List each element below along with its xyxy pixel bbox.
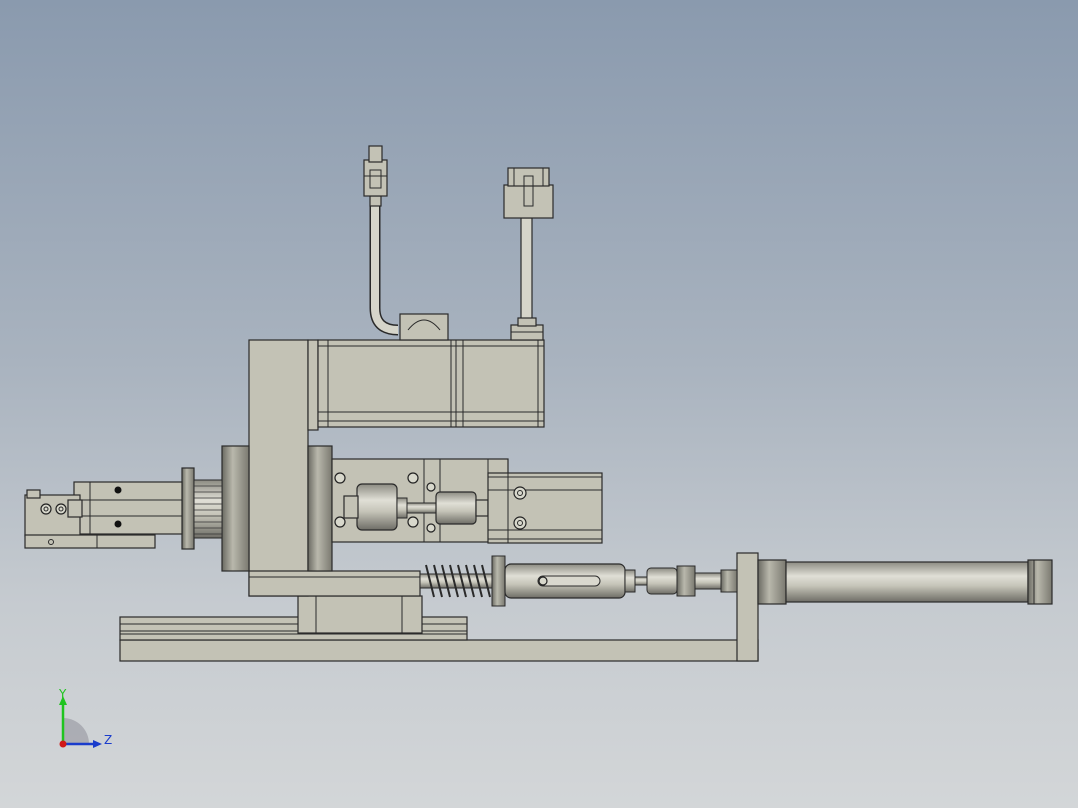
- assembly-model-side-view[interactable]: [0, 0, 1078, 808]
- x-axis-dot-icon: [59, 740, 67, 748]
- y-axis-label: Y: [58, 688, 67, 701]
- cad-graphics-viewport[interactable]: Y Z: [0, 0, 1078, 808]
- slide-carriage: [297, 595, 423, 634]
- motor-cable-right: [503, 167, 554, 327]
- linear-actuator: [757, 559, 1053, 605]
- pneumatic-gripper: [24, 481, 183, 549]
- servo-motor: [317, 313, 545, 428]
- rotary-housing-block: [331, 458, 509, 543]
- orientation-triad: Y Z: [58, 688, 112, 748]
- motor-cable-left: [363, 145, 399, 336]
- spring-shaft: [419, 555, 738, 607]
- triad-plane-icon: [63, 718, 89, 744]
- z-axis-label: Z: [104, 733, 112, 747]
